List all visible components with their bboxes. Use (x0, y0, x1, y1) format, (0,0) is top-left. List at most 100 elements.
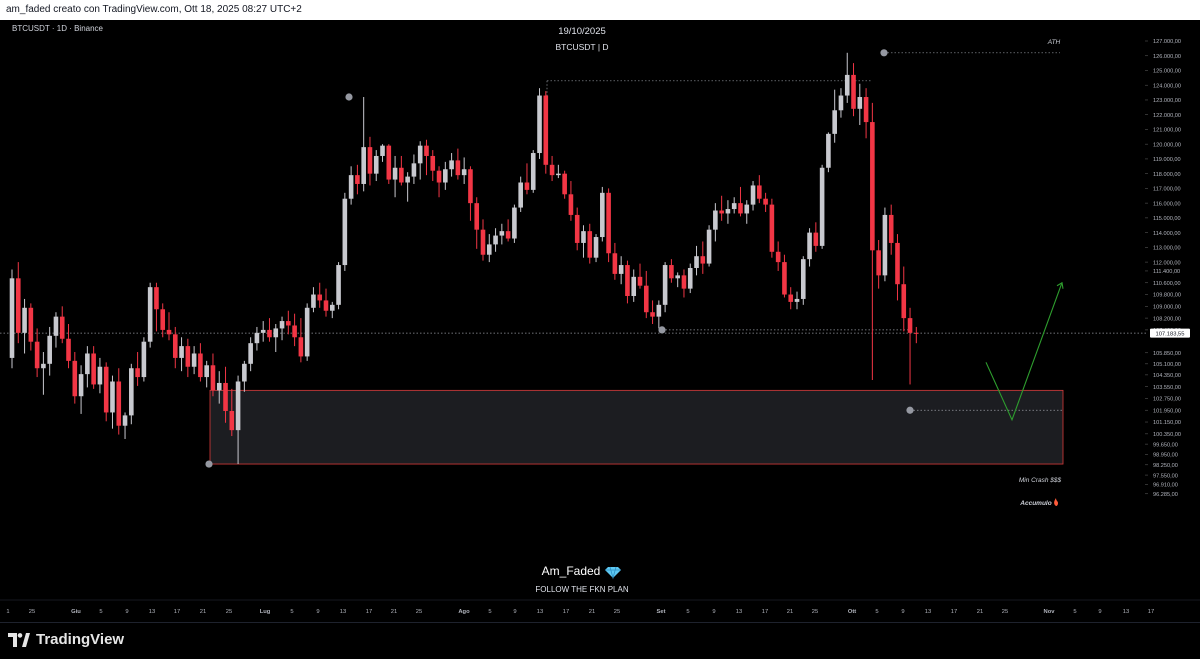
candle[interactable] (775, 241, 781, 271)
accumulation-zone[interactable] (209, 389, 1064, 465)
candle[interactable] (116, 368, 122, 435)
candle[interactable] (455, 148, 461, 180)
candle[interactable] (838, 88, 844, 118)
candle[interactable] (22, 298, 27, 354)
candle[interactable] (914, 326, 919, 344)
candle[interactable] (537, 88, 542, 159)
candle[interactable] (191, 346, 197, 375)
candle[interactable] (813, 222, 819, 252)
candle[interactable] (392, 155, 398, 198)
candle[interactable] (725, 200, 731, 224)
candle[interactable] (72, 352, 78, 404)
candle[interactable] (888, 204, 894, 255)
candle[interactable] (901, 266, 907, 332)
candle[interactable] (317, 282, 323, 308)
time-axis[interactable]: 1 25 Giu 5 9 13 17 21 25 Lug 5 9 13 17 21 25 Ago 5 9 13 17 21… (0, 599, 1200, 615)
candle[interactable] (198, 343, 203, 382)
candle[interactable] (85, 346, 90, 388)
candle[interactable] (713, 203, 718, 242)
candle[interactable] (242, 360, 247, 392)
candle[interactable] (424, 139, 429, 176)
candle[interactable] (518, 176, 523, 212)
candle[interactable] (78, 365, 84, 414)
candle[interactable] (210, 353, 216, 397)
candle[interactable] (757, 175, 762, 204)
candle[interactable] (694, 245, 699, 276)
candle[interactable] (556, 164, 561, 179)
candle[interactable] (606, 188, 611, 263)
candle[interactable] (524, 163, 530, 195)
candle[interactable] (662, 262, 668, 313)
candle[interactable] (895, 234, 900, 301)
candle[interactable] (443, 161, 448, 190)
candle[interactable] (273, 324, 279, 353)
candle[interactable] (882, 207, 888, 282)
candle[interactable] (656, 300, 662, 329)
min-crash-marker[interactable] (906, 406, 914, 414)
candle[interactable] (166, 312, 172, 341)
candle[interactable] (468, 166, 473, 221)
candle[interactable] (782, 254, 787, 298)
candle[interactable] (581, 225, 586, 258)
candle[interactable] (97, 357, 103, 394)
candle[interactable] (405, 172, 410, 202)
candle[interactable] (122, 412, 128, 439)
candle[interactable] (129, 363, 134, 425)
candle[interactable] (505, 219, 511, 242)
candle[interactable] (260, 321, 266, 342)
candle[interactable] (47, 326, 52, 376)
candle[interactable] (436, 166, 442, 198)
candle[interactable] (738, 186, 743, 217)
candle[interactable] (625, 260, 630, 304)
candle[interactable] (399, 155, 404, 186)
candle[interactable] (380, 144, 385, 162)
candle[interactable] (267, 318, 272, 342)
candle[interactable] (103, 362, 109, 422)
candle[interactable] (574, 207, 580, 251)
range-low-marker[interactable] (658, 326, 666, 334)
candle[interactable] (9, 269, 15, 369)
candle[interactable] (135, 352, 140, 386)
candle[interactable] (342, 192, 348, 271)
candle[interactable] (706, 225, 712, 267)
candle[interactable] (750, 181, 756, 211)
candle[interactable] (744, 200, 750, 224)
candle[interactable] (675, 272, 680, 288)
candle[interactable] (373, 150, 379, 182)
candle[interactable] (204, 360, 209, 388)
candle[interactable] (486, 234, 492, 263)
candle[interactable] (857, 83, 863, 126)
candle[interactable] (179, 337, 184, 372)
candle[interactable] (292, 313, 297, 347)
candle[interactable] (286, 310, 291, 335)
candle[interactable] (512, 204, 517, 243)
candle[interactable] (355, 164, 360, 195)
candle[interactable] (474, 197, 480, 249)
candle[interactable] (763, 192, 768, 212)
candle[interactable] (832, 89, 837, 143)
candle[interactable] (41, 352, 46, 395)
candle[interactable] (794, 291, 800, 310)
candle[interactable] (562, 170, 567, 199)
candle[interactable] (863, 88, 869, 139)
candle[interactable] (769, 198, 775, 258)
candle[interactable] (311, 287, 316, 313)
swing-high-marker[interactable] (345, 93, 353, 101)
candle[interactable] (650, 300, 655, 325)
candle[interactable] (669, 259, 674, 283)
candle[interactable] (430, 150, 436, 182)
candle[interactable] (618, 256, 624, 285)
candle[interactable] (34, 328, 40, 378)
candle[interactable] (826, 132, 831, 173)
candle[interactable] (361, 97, 366, 192)
candle[interactable] (248, 337, 253, 372)
candle[interactable] (819, 164, 825, 249)
candle[interactable] (348, 166, 354, 205)
candle[interactable] (480, 219, 486, 261)
candle[interactable] (172, 326, 178, 369)
candle[interactable] (807, 228, 812, 267)
candle[interactable] (15, 262, 21, 344)
candle[interactable] (876, 239, 881, 289)
zone-low-marker[interactable] (205, 460, 213, 468)
ath-marker[interactable] (880, 49, 888, 57)
